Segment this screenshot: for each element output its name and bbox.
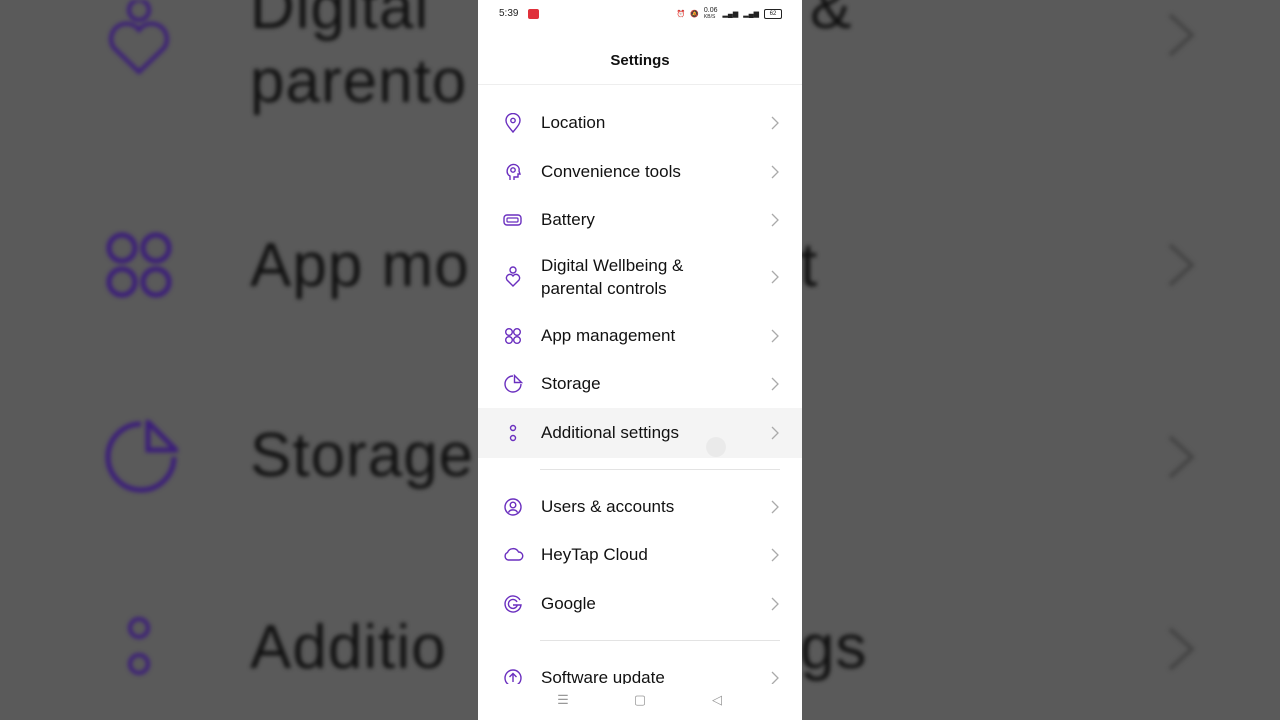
- chevron-right-icon: [771, 116, 779, 130]
- battery-indicator: 62: [764, 9, 782, 19]
- chevron-right-icon: [771, 671, 779, 685]
- screen-record-icon: [528, 9, 539, 19]
- settings-item-label-line2: parental controls: [541, 279, 667, 298]
- bg-text-amp: &: [810, 0, 853, 42]
- settings-item-label: HeyTap Cloud: [541, 545, 648, 564]
- settings-item-label: App management: [541, 326, 676, 345]
- status-icons: ⏰ 🔕 0.06 KB/S ▂▄▆ ▂▄▆ 62: [676, 7, 782, 20]
- settings-item-label: Digital Wellbeing &: [541, 256, 684, 275]
- bg-chevron-icon: [1168, 13, 1195, 57]
- settings-item-users-accounts[interactable]: Users & accounts: [478, 492, 802, 522]
- chevron-right-icon: [771, 597, 779, 611]
- status-time: 5:39: [499, 8, 519, 19]
- touch-indicator: [706, 437, 726, 457]
- battery-icon: [502, 209, 524, 231]
- bg-dots-icon: [128, 617, 150, 675]
- settings-item-location[interactable]: Location: [478, 108, 802, 138]
- mute-icon: 🔕: [690, 11, 699, 18]
- app-management-icon: [502, 325, 524, 347]
- storage-icon: [502, 373, 524, 395]
- wellbeing-icon: [502, 266, 524, 288]
- bg-storage-icon: [105, 420, 178, 493]
- phone-screen: 5:39 ⏰ 🔕 0.06 KB/S ▂▄▆ ▂▄▆ 62 Settings L…: [478, 0, 802, 720]
- settings-item-battery[interactable]: Battery: [478, 205, 802, 235]
- bg-text-gs: gs: [800, 613, 868, 682]
- settings-item-storage[interactable]: Storage: [478, 369, 802, 399]
- bg-text-parento: parento: [250, 47, 468, 116]
- additional-settings-icon: [502, 422, 524, 444]
- header: Settings: [478, 44, 802, 85]
- location-icon: [502, 112, 524, 134]
- settings-item-label: Additional settings: [541, 423, 679, 442]
- bg-chevron-icon: [1168, 627, 1195, 671]
- menu-nav-icon[interactable]: ☰: [555, 692, 571, 708]
- cloud-icon: [502, 544, 524, 566]
- status-bar: 5:39 ⏰ 🔕 0.06 KB/S ▂▄▆ ▂▄▆ 62: [478, 0, 802, 28]
- bg-chevron-icon: [1168, 243, 1195, 287]
- chevron-right-icon: [771, 377, 779, 391]
- signal-icon: ▂▄▆: [722, 11, 739, 18]
- settings-item-label: Battery: [541, 210, 595, 229]
- settings-item-digital-wellbeing[interactable]: Digital Wellbeing & parental controls: [478, 252, 802, 302]
- chevron-right-icon: [771, 426, 779, 440]
- page-title: Settings: [610, 52, 670, 69]
- settings-item-google[interactable]: Google: [478, 589, 802, 619]
- section-divider: [540, 640, 780, 641]
- settings-item-label: Location: [541, 113, 606, 132]
- settings-item-label: Users & accounts: [541, 497, 675, 516]
- settings-item-label: Google: [541, 594, 596, 613]
- net-speed-unit: KB/S: [703, 14, 716, 20]
- bg-text-additio: Additio: [250, 613, 447, 682]
- settings-item-convenience-tools[interactable]: Convenience tools: [478, 157, 802, 187]
- alarm-icon: ⏰: [676, 11, 686, 18]
- navigation-bar: ☰ ▢ ◁: [478, 684, 802, 720]
- bg-text-app: App mo: [250, 231, 470, 300]
- chevron-right-icon: [771, 500, 779, 514]
- chevron-right-icon: [771, 329, 779, 343]
- settings-item-label: Convenience tools: [541, 162, 681, 181]
- section-divider: [540, 469, 780, 470]
- google-icon: [502, 593, 524, 615]
- home-nav-icon[interactable]: ▢: [632, 692, 648, 708]
- bg-heart-icon: [109, 0, 169, 75]
- bg-text-t: t: [800, 231, 819, 300]
- bg-app-icon: [106, 232, 172, 298]
- chevron-right-icon: [771, 165, 779, 179]
- bg-text-digital: Digital: [250, 0, 430, 42]
- settings-item-additional-settings[interactable]: Additional settings: [478, 408, 802, 458]
- convenience-tools-icon: [502, 161, 524, 183]
- settings-item-heytap-cloud[interactable]: HeyTap Cloud: [478, 540, 802, 570]
- bg-text-storage: Storage: [250, 421, 475, 490]
- settings-item-app-management[interactable]: App management: [478, 321, 802, 351]
- net-speed: 0.06 KB/S: [703, 7, 718, 20]
- chevron-right-icon: [771, 213, 779, 227]
- signal-icon-2: ▂▄▆: [743, 11, 759, 18]
- chevron-right-icon: [771, 548, 779, 562]
- chevron-right-icon: [771, 270, 779, 284]
- bg-chevron-icon: [1168, 435, 1195, 479]
- settings-item-label: Storage: [541, 374, 601, 393]
- users-icon: [502, 496, 524, 518]
- back-nav-icon[interactable]: ◁: [709, 692, 725, 708]
